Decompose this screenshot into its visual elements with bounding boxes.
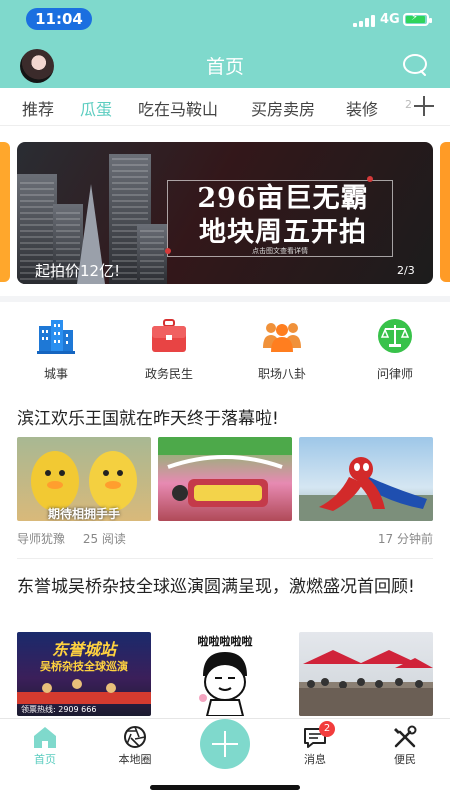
search-icon[interactable] [402, 53, 428, 77]
tab-recommend[interactable]: 推荐 [22, 96, 54, 120]
article-thumbnail[interactable] [299, 632, 433, 716]
tabs-more-hint: 2 [405, 98, 412, 111]
article-time: 17 分钟前 [377, 532, 433, 546]
nav-home[interactable]: 首页 [5, 723, 85, 773]
category-label: 城事 [43, 367, 68, 381]
unread-badge: 2 [319, 721, 335, 737]
post-plus-button[interactable] [200, 719, 250, 769]
thumbnail-caption: 领票热线: 2909 666 [21, 705, 97, 714]
tools-icon [394, 725, 417, 748]
category-grid: 城事 政务民生 职场八卦 问律师 [0, 318, 450, 388]
banner-headline-line2: 地块周五开拍 [199, 217, 367, 248]
tab-decoration[interactable]: 装修 [346, 96, 378, 120]
prev-banner-peek[interactable] [0, 142, 10, 282]
nav-label: 消息 [304, 753, 326, 766]
signal-icon [353, 15, 375, 27]
nav-label: 便民 [394, 753, 416, 766]
next-banner-peek[interactable] [440, 142, 450, 282]
category-lawyer[interactable]: 问律师 [352, 318, 438, 384]
nav-local-circle[interactable]: 本地圈 [95, 723, 175, 773]
article-divider [17, 558, 433, 559]
article-title[interactable]: 滨江欢乐王国就在昨天终于落幕啦! [17, 406, 433, 432]
scales-icon [378, 319, 412, 353]
city-buildings-icon [37, 320, 75, 354]
thumbnail-caption: 期待相拥手手 [47, 507, 120, 521]
article-thumbnail[interactable]: 东誉城站 吴桥杂技全球巡演 领票热线: 2909 666 [17, 632, 151, 716]
nav-messages[interactable]: 2 消息 [275, 721, 355, 773]
nav-services[interactable]: 便民 [365, 723, 445, 773]
thumbnail-caption: 吴桥杂技全球巡演 [40, 660, 128, 673]
banner-caption: 起拍价12亿! [35, 262, 121, 280]
article-thumbnail[interactable] [299, 437, 433, 521]
thumbnail-caption: 啦啦啦啦啦 [197, 635, 253, 648]
status-bar: 11:04 4G ⚡ [0, 0, 450, 40]
category-government[interactable]: 政务民生 [126, 318, 212, 384]
category-label: 问律师 [376, 367, 413, 381]
channel-tabs: 推荐 瓜蛋 吃在马鞍山 买房卖房 装修 2 [0, 88, 450, 126]
status-time: 11:04 [26, 8, 92, 30]
camera-aperture-icon [124, 726, 146, 748]
nav-label: 本地圈 [118, 753, 152, 766]
network-type: 4G [380, 12, 400, 27]
banner-hint: 点击图文查看详情 [252, 247, 308, 255]
article-author: 导师犹豫 [17, 532, 66, 546]
article-title[interactable]: 东誉城吴桥杂技全球巡演圆满呈现，激燃盛况首回顾! [17, 574, 433, 600]
home-indicator [150, 785, 300, 790]
briefcase-icon [152, 319, 186, 352]
app-header: 首页 [0, 40, 450, 88]
article-meta: 导师犹豫 25 阅读 17 分钟前 [17, 530, 433, 547]
tab-food[interactable]: 吃在马鞍山 [138, 96, 218, 120]
battery-icon: ⚡ [403, 12, 432, 26]
article-thumbnail[interactable]: 啦啦啦啦啦 [158, 632, 292, 716]
add-channel-icon[interactable] [414, 96, 434, 116]
article-reads: 25 阅读 [82, 532, 126, 546]
nav-label: 首页 [34, 753, 56, 766]
banner-slide[interactable]: 296亩巨无霸 地块周五开拍 点击图文查看详情 起拍价12亿! 2/3 [17, 142, 433, 284]
app-screen: 11:04 4G ⚡ 首页 推荐 瓜蛋 吃在马鞍山 买房卖房 装修 2 296亩… [0, 0, 450, 800]
category-workplace[interactable]: 职场八卦 [239, 318, 325, 384]
page-title: 首页 [205, 56, 244, 78]
banner-carousel[interactable]: 296亩巨无霸 地块周五开拍 点击图文查看详情 起拍价12亿! 2/3 [0, 132, 450, 292]
tab-real-estate[interactable]: 买房卖房 [251, 96, 315, 120]
thumbnail-caption: 东誉城站 [51, 640, 116, 659]
article-thumbnails: 东誉城站 吴桥杂技全球巡演 领票热线: 2909 666 啦啦啦啦啦 [17, 632, 433, 716]
banner-page-indicator: 2/3 [397, 264, 415, 277]
article-thumbnail[interactable]: 期待相拥手手 [17, 437, 151, 521]
article-thumbnails: 期待相拥手手 [17, 437, 433, 521]
section-divider [0, 296, 450, 302]
category-label: 政务民生 [144, 367, 193, 381]
article-thumbnail[interactable] [158, 437, 292, 521]
home-icon [34, 727, 56, 748]
category-city[interactable]: 城事 [13, 318, 99, 384]
people-group-icon [263, 323, 301, 352]
tab-guadan[interactable]: 瓜蛋 [80, 96, 112, 120]
category-label: 职场八卦 [257, 367, 306, 381]
